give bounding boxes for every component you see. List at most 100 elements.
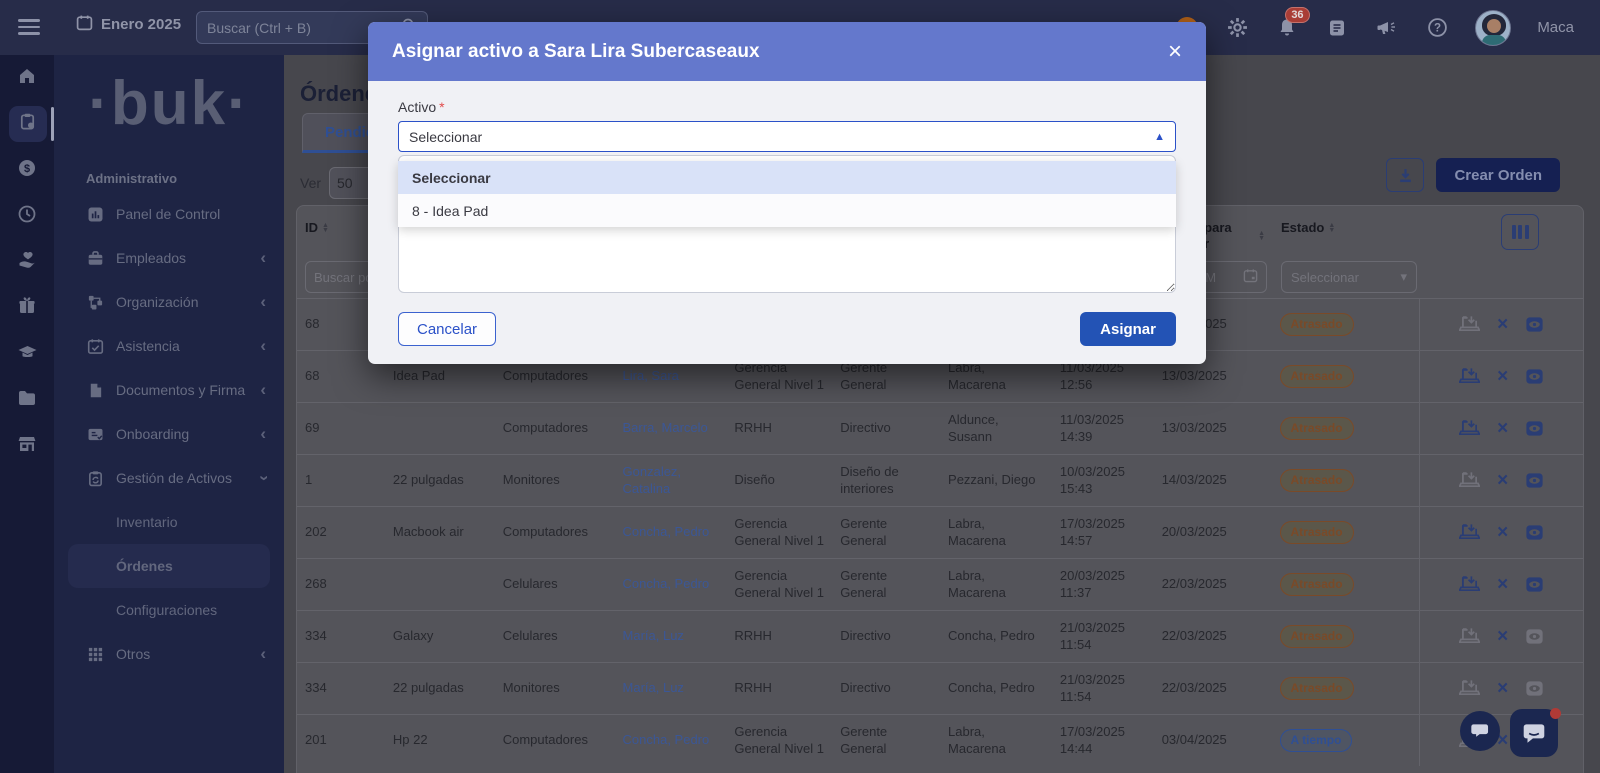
assign-button[interactable]: Asignar: [1080, 312, 1176, 346]
cell-estado: Atrasado: [1272, 463, 1420, 499]
view-eye-icon[interactable]: [1525, 524, 1544, 541]
sidebar-item-6[interactable]: Gestión de Activos‹: [54, 456, 284, 500]
download-button[interactable]: [1386, 158, 1424, 192]
cell-persona[interactable]: Concha, Pedro: [615, 518, 727, 547]
hamburger-menu-icon[interactable]: [18, 19, 40, 35]
rail-item-marketplace-icon[interactable]: [0, 423, 54, 469]
view-eye-icon[interactable]: [1525, 680, 1544, 697]
cell-activo: 22 pulgadas: [385, 674, 495, 703]
assign-laptop-icon[interactable]: [1459, 679, 1480, 698]
cancel-button[interactable]: Cancelar: [398, 312, 496, 346]
org-icon: [86, 293, 104, 311]
status-badge: Atrasado: [1280, 469, 1354, 493]
sidebar-item-1[interactable]: Empleados‹: [54, 236, 284, 280]
sort-icon[interactable]: ▲▼: [1328, 223, 1335, 233]
sort-icon[interactable]: ▲▼: [1258, 231, 1265, 241]
rail-item-time-icon[interactable]: [0, 193, 54, 239]
rail-item-remunerations-icon[interactable]: $: [0, 147, 54, 193]
bell-icon[interactable]: 36: [1275, 16, 1299, 40]
cell-id: 334: [297, 622, 385, 651]
cell-id: 201: [297, 726, 385, 755]
column-picker-button[interactable]: [1501, 214, 1539, 250]
cell-estado: Atrasado: [1272, 567, 1420, 603]
activo-select[interactable]: Seleccionar ▲: [398, 121, 1176, 152]
period-selector[interactable]: Enero 2025: [76, 14, 181, 35]
cancel-x-icon[interactable]: ×: [1497, 314, 1508, 336]
chevron-left-icon: ‹: [260, 292, 266, 312]
cancel-x-icon[interactable]: ×: [1497, 366, 1508, 388]
cell-responsable: Labra, Macarena: [940, 562, 1052, 608]
cell-persona[interactable]: Barra, Marcelo: [615, 414, 727, 443]
view-eye-icon[interactable]: [1525, 420, 1544, 437]
cell-fecha_solicitud: 21/03/202511:54: [1052, 666, 1154, 712]
sidebar-item-2[interactable]: Organización‹: [54, 280, 284, 324]
sidebar-item-3[interactable]: Asistencia‹: [54, 324, 284, 368]
chat-fab[interactable]: [1460, 711, 1500, 751]
user-avatar[interactable]: [1475, 10, 1511, 46]
sidebar-item-otros[interactable]: Otros‹: [54, 632, 284, 676]
cell-persona[interactable]: Concha, Pedro: [615, 570, 727, 599]
assign-laptop-icon[interactable]: [1459, 367, 1480, 386]
row-actions: ×: [1419, 663, 1583, 714]
sort-icon[interactable]: ▲▼: [322, 223, 329, 233]
dashboard-icon: [86, 205, 104, 223]
cell-categoria: Computadores: [495, 362, 615, 391]
cancel-x-icon[interactable]: ×: [1497, 470, 1508, 492]
help-icon[interactable]: ?: [1425, 16, 1449, 40]
cancel-x-icon[interactable]: ×: [1497, 574, 1508, 596]
assign-laptop-icon[interactable]: [1459, 523, 1480, 542]
cancel-x-icon[interactable]: ×: [1497, 522, 1508, 544]
chevron-left-icon: ‹: [260, 380, 266, 400]
rail-item-training-icon[interactable]: [0, 331, 54, 377]
assign-laptop-icon[interactable]: [1459, 419, 1480, 438]
ver-label: Ver: [300, 175, 321, 191]
notes-icon[interactable]: [1325, 16, 1349, 40]
rail-item-files-icon[interactable]: [0, 377, 54, 423]
cell-persona[interactable]: Gonzalez, Catalina: [615, 458, 727, 504]
status-badge: Atrasado: [1280, 313, 1354, 337]
intercom-fab[interactable]: [1510, 709, 1558, 757]
cell-categoria: Celulares: [495, 570, 615, 599]
cell-area: RRHH: [726, 414, 832, 443]
cell-categoria: Computadores: [495, 518, 615, 547]
cell-persona[interactable]: Concha, Pedro: [615, 726, 727, 755]
rail-item-home-icon[interactable]: [0, 55, 54, 101]
cancel-x-icon[interactable]: ×: [1497, 678, 1508, 700]
cell-persona[interactable]: María, Luz: [615, 622, 727, 651]
megaphone-icon[interactable]: [1375, 16, 1399, 40]
submenu-item-2[interactable]: Configuraciones: [54, 588, 284, 632]
close-icon[interactable]: ×: [1168, 40, 1182, 64]
assign-laptop-icon[interactable]: [1459, 627, 1480, 646]
view-eye-icon[interactable]: [1525, 472, 1544, 489]
submenu-item-1[interactable]: Órdenes: [68, 544, 270, 588]
dropdown-option-0[interactable]: Seleccionar: [398, 161, 1176, 194]
cell-persona[interactable]: María, Luz: [615, 674, 727, 703]
view-eye-icon[interactable]: [1525, 628, 1544, 645]
cancel-x-icon[interactable]: ×: [1497, 418, 1508, 440]
cell-persona[interactable]: Lira, Sara: [615, 362, 727, 391]
estado-filter-select[interactable]: Seleccionar▾: [1281, 261, 1417, 293]
view-eye-icon[interactable]: [1525, 576, 1544, 593]
create-order-button[interactable]: Crear Orden: [1436, 158, 1560, 192]
column-header-9[interactable]: Estado▲▼: [1273, 220, 1421, 236]
view-eye-icon[interactable]: [1525, 368, 1544, 385]
cell-fecha_asignar: 13/03/2025: [1154, 362, 1272, 391]
view-eye-icon[interactable]: [1525, 316, 1544, 333]
row-actions: ×: [1419, 559, 1583, 610]
rail-item-orders-clipboard-icon[interactable]: [0, 101, 54, 147]
gear-icon[interactable]: [1225, 16, 1249, 40]
submenu-item-0[interactable]: Inventario: [54, 500, 284, 544]
assign-laptop-icon[interactable]: [1459, 471, 1480, 490]
assign-laptop-icon[interactable]: [1459, 315, 1480, 334]
sidebar-item-0[interactable]: Panel de Control: [54, 192, 284, 236]
cell-fecha_solicitud: 10/03/202515:43: [1052, 458, 1154, 504]
assign-laptop-icon[interactable]: [1459, 575, 1480, 594]
dropdown-option-1[interactable]: 8 - Idea Pad: [398, 194, 1176, 227]
sidebar-item-4[interactable]: Documentos y Firma‹: [54, 368, 284, 412]
cancel-x-icon[interactable]: ×: [1497, 626, 1508, 648]
rail-item-gifts-icon[interactable]: [0, 285, 54, 331]
rail-item-benefits-icon[interactable]: [0, 239, 54, 285]
sidebar-item-5[interactable]: Onboarding‹: [54, 412, 284, 456]
status-badge: Atrasado: [1280, 365, 1354, 389]
cell-responsable: Concha, Pedro: [940, 622, 1052, 651]
